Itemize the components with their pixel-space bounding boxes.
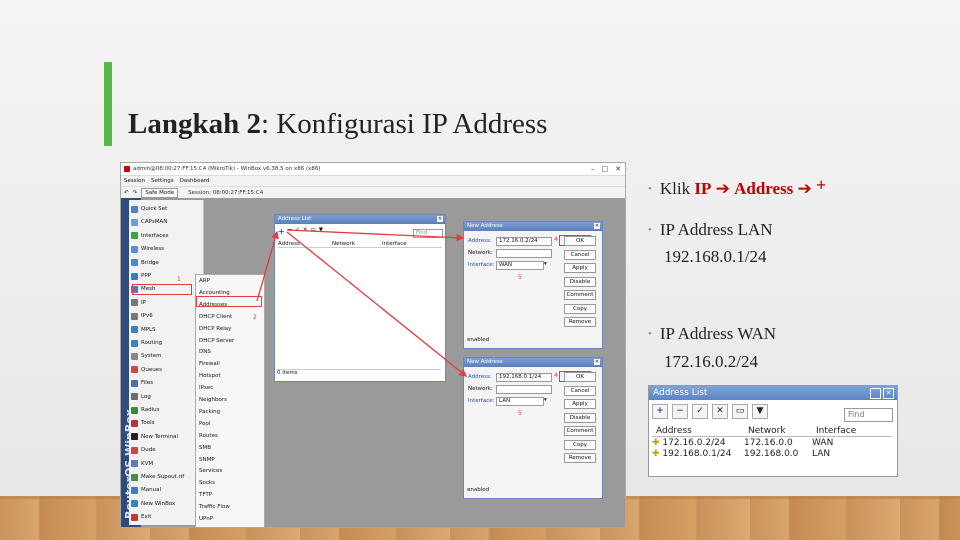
comment-icon[interactable]: ▭ (732, 403, 748, 419)
bullet-dot: • (648, 183, 652, 195)
table-row[interactable]: ✚ 192.168.0.1/24 192.168.0.0 LAN (652, 449, 892, 459)
col-network[interactable]: Network (748, 426, 816, 436)
menu-settings[interactable]: Settings (151, 178, 174, 184)
close-icon[interactable]: ✕ (883, 388, 894, 399)
page-title: Langkah 2: Konfigurasi IP Address (128, 108, 547, 141)
zoom-header: Address Network Interface (652, 426, 892, 437)
session-label: Session: 08:00:27:FF:15:C4 (188, 189, 264, 196)
find-input[interactable]: Find (844, 408, 893, 422)
arrow-to-add (256, 230, 279, 302)
accent-bar (104, 62, 112, 146)
row-interface: LAN (812, 449, 831, 459)
bullet-klik: • Klik IP ➔ Address ➔ + (648, 175, 827, 199)
bullet-text: IP Address WAN (659, 324, 777, 343)
minimize-icon[interactable]: – (591, 165, 595, 173)
bullet-wan: • IP Address WAN (648, 324, 776, 344)
winbox-app-icon (124, 166, 130, 172)
disable-icon[interactable]: ✕ (712, 403, 728, 419)
annotation-arrows (256, 229, 468, 377)
row-address: ✚ 192.168.0.1/24 (652, 449, 732, 459)
bullet-text: Klik (659, 179, 695, 198)
arrow-to-wan (286, 229, 465, 242)
winbox-screenshot: admin@08:00:27:FF:15:C4 (MikroTik) - Win… (120, 162, 626, 528)
arrow-to-lan (286, 231, 468, 377)
filter-icon[interactable]: ▼ (752, 403, 768, 419)
maximize-icon[interactable] (870, 388, 881, 399)
arrow-right-icon: ➔ (797, 179, 812, 198)
arrow-right-icon: ➔ (715, 179, 730, 198)
address-list-zoom: Address List ✕ + − ✓ ✕ ▭ ▼ Find Address … (648, 385, 898, 477)
add-icon[interactable]: + (652, 403, 668, 419)
bullet-dot: • (648, 328, 652, 340)
menu-dashboard[interactable]: Dashboard (180, 178, 210, 184)
col-interface[interactable]: Interface (816, 426, 856, 436)
bullet-dot: • (648, 224, 652, 236)
remove-icon[interactable]: − (672, 403, 688, 419)
safe-mode-button[interactable]: Safe Mode (141, 187, 179, 198)
bullet-text: IP Address LAN (659, 220, 773, 239)
menu-session[interactable]: Session (124, 178, 145, 184)
title-bold: Langkah 2 (128, 108, 261, 140)
bullet-lan: • IP Address LAN (648, 220, 773, 240)
zoom-titlebar: Address List ✕ (649, 386, 897, 400)
table-row[interactable]: ✚ 172.16.0.2/24 172.16.0.0 WAN (652, 438, 892, 448)
row-interface: WAN (812, 438, 834, 448)
bullet-address: Address (734, 179, 794, 198)
enable-icon[interactable]: ✓ (692, 403, 708, 419)
row-network: 192.168.0.0 (744, 449, 799, 459)
close-icon[interactable]: ✕ (615, 165, 621, 173)
lan-address: 192.168.0.1/24 (664, 247, 767, 266)
plus-icon: + (816, 175, 827, 195)
maximize-icon[interactable]: □ (602, 165, 609, 173)
row-address: ✚ 172.16.0.2/24 (652, 438, 726, 448)
bullet-ip: IP (694, 179, 712, 198)
redo-icon[interactable]: ↷ (133, 190, 138, 196)
menu-bar: Session Settings Dashboard (121, 176, 625, 187)
wan-address: 172.16.0.2/24 (664, 352, 758, 371)
row-network: 172.16.0.0 (744, 438, 793, 448)
window-controls: – □ ✕ (591, 165, 625, 173)
col-address[interactable]: Address (652, 426, 748, 436)
undo-icon[interactable]: ↶ (124, 190, 129, 196)
window-titlebar: admin@08:00:27:FF:15:C4 (MikroTik) - Win… (121, 163, 625, 176)
title-rest: : Konfigurasi IP Address (260, 108, 548, 140)
window-title: admin@08:00:27:FF:15:C4 (MikroTik) - Win… (133, 166, 321, 172)
workspace: RouterOS WinBox Quick SetCAPsMANInterfac… (121, 198, 625, 527)
